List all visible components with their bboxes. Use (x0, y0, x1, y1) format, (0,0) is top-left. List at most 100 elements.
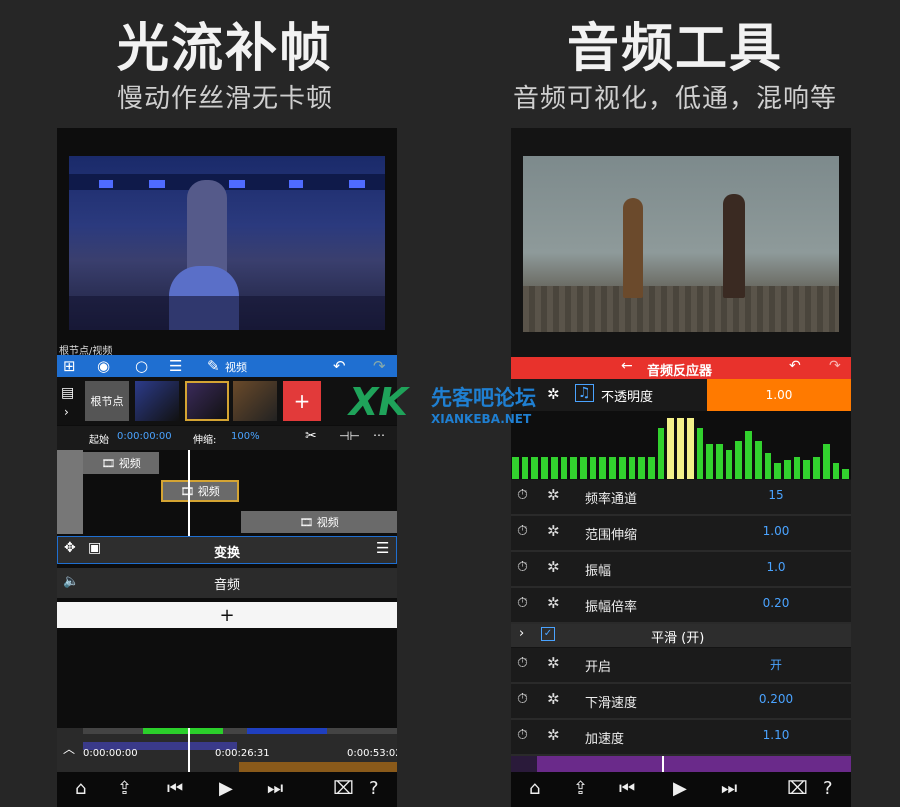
timer-icon[interactable]: ⏱ (517, 595, 528, 611)
param-value[interactable]: 1.10 (741, 728, 811, 742)
toolbar: ⊞ ◉ ○ ☰ ✎ 视频 ↶ ↷ (57, 355, 397, 377)
video-preview[interactable] (69, 156, 385, 330)
home-icon[interactable]: ⌂ (75, 778, 86, 799)
edit-icon[interactable]: ✎ (207, 357, 220, 375)
add-track-button[interactable]: + (57, 602, 397, 628)
add-node-button[interactable]: + (283, 381, 321, 421)
eq-bar (628, 456, 636, 479)
timeline-t0: 0:00:00:00 (83, 748, 138, 759)
eq-bar (716, 443, 723, 479)
timeline[interactable]: ︿ 0:00:00:00 0:00:26:31 0:00:53:02 (57, 728, 397, 772)
redo-icon[interactable]: ↷ (373, 357, 386, 375)
timeline-playhead[interactable] (188, 728, 190, 772)
checkbox-icon[interactable]: ✓ (541, 627, 555, 641)
param-value[interactable]: 0.20 (741, 596, 811, 610)
timer-icon[interactable]: ⏱ (517, 487, 528, 503)
prev-frame-icon[interactable]: ⏮ (619, 778, 635, 799)
param-label: 振幅倍率 (585, 600, 638, 615)
home-icon[interactable]: ⌂ (529, 778, 540, 799)
eq-bar (745, 431, 752, 479)
eq-bar (677, 418, 684, 479)
move-icon[interactable]: ✥ (64, 540, 76, 556)
clip-1-label: 视频 (118, 457, 141, 470)
smooth-section[interactable]: › ✓ 平滑 (开) (511, 623, 851, 647)
eq-bar (541, 456, 548, 479)
gear-icon[interactable]: ✲ (547, 726, 560, 744)
next-frame-icon[interactable]: ⏭ (267, 778, 283, 799)
param-row: ⏱ ✲ 振幅 1.0 (511, 552, 851, 588)
undo-icon[interactable]: ↶ (789, 358, 801, 374)
track-gutter (57, 450, 83, 534)
stretch-value[interactable]: 100% (231, 431, 260, 442)
param-value[interactable]: 15 (741, 488, 811, 502)
param-label: 频率通道 (585, 492, 638, 507)
eq-bar (784, 459, 791, 479)
eq-bar (570, 456, 577, 479)
undo-icon[interactable]: ↶ (333, 357, 346, 375)
bookmark-icon[interactable]: ⌧ (787, 778, 808, 799)
clip-track-3[interactable]: 🎞 视频 (241, 511, 397, 533)
timer-icon[interactable]: ⏱ (517, 655, 528, 671)
collapse-icon[interactable]: ︿ (63, 740, 75, 757)
param-value[interactable]: 开 (741, 656, 811, 673)
gear-icon[interactable]: ✲ (547, 558, 560, 576)
clip-track-2[interactable]: 🎞 视频 (161, 480, 239, 502)
gear-icon[interactable]: ✲ (547, 654, 560, 672)
param-row: ⏱ ✲ 开启 开 (511, 648, 851, 684)
gear-icon[interactable]: ✲ (547, 522, 560, 540)
clip-3-label: 视频 (316, 516, 339, 529)
menu-icon[interactable]: ☰ (169, 357, 182, 375)
transform-menu-icon[interactable]: ☰ (376, 539, 389, 557)
eq-bar (793, 456, 801, 479)
start-value[interactable]: 0:00:00:00 (117, 431, 172, 442)
root-node[interactable]: 根节点 (85, 381, 129, 421)
node-tree-icon[interactable]: ⊞ (63, 357, 76, 375)
share-icon[interactable]: ⇪ (573, 778, 588, 799)
video-icon: 🎞 (299, 515, 314, 529)
watermark-mark: XK (349, 380, 408, 424)
param-value[interactable]: 1.0 (741, 560, 811, 574)
eq-bar (618, 456, 626, 479)
gear-icon[interactable]: ✲ (547, 690, 560, 708)
gear-icon[interactable]: ✲ (547, 486, 560, 504)
timer-icon[interactable]: ⏱ (517, 691, 528, 707)
video-preview[interactable] (523, 156, 839, 332)
prev-frame-icon[interactable]: ⏮ (167, 778, 183, 799)
play-icon[interactable]: ▶ (219, 778, 233, 799)
eye-icon[interactable]: ◉ (97, 357, 110, 375)
scissors-icon[interactable]: ✂ (305, 428, 317, 444)
audio-bar[interactable]: 🔈 音频 (57, 568, 397, 598)
expand-icon[interactable]: › (64, 405, 69, 419)
help-icon[interactable]: ? (369, 778, 379, 799)
eq-bar (609, 456, 616, 479)
chevron-right-icon[interactable]: › (519, 626, 524, 641)
gear-icon[interactable]: ✲ (547, 594, 560, 612)
clip-track-1[interactable]: 🎞 视频 (83, 452, 159, 474)
bottom-nav: ⌂ ⇪ ⏮ ▶ ⏭ ⌧ ? (511, 772, 851, 807)
playhead[interactable] (188, 450, 190, 536)
play-icon[interactable]: ▶ (673, 778, 687, 799)
circle-icon[interactable]: ○ (135, 357, 148, 375)
share-icon[interactable]: ⇪ (117, 778, 132, 799)
next-frame-icon[interactable]: ⏭ (721, 778, 737, 799)
watermark-logo: XK 先客吧论坛 XIANKEBA.NET (345, 378, 595, 438)
timer-icon[interactable]: ⏱ (517, 523, 528, 539)
clip-thumb-2[interactable] (185, 381, 229, 421)
opacity-value[interactable]: 1.00 (707, 379, 851, 411)
transform-bar[interactable]: ✥ ▣ 变换 ☰ (57, 536, 397, 564)
bookmark-icon[interactable]: ⌧ (333, 778, 354, 799)
eq-bar (512, 456, 519, 479)
clip-thumb-1[interactable] (135, 381, 179, 421)
param-value[interactable]: 0.200 (741, 692, 811, 706)
redo-icon[interactable]: ↷ (829, 358, 841, 374)
param-value[interactable]: 1.00 (741, 524, 811, 538)
help-icon[interactable]: ? (823, 778, 833, 799)
timer-icon[interactable]: ⏱ (517, 559, 528, 575)
cube-icon[interactable]: ▣ (88, 540, 101, 556)
timer-icon[interactable]: ⏱ (517, 727, 528, 743)
list-icon[interactable]: ▤ (61, 385, 74, 401)
clip-thumb-3[interactable] (233, 381, 277, 421)
back-arrow-icon[interactable]: ← (621, 358, 633, 374)
eq-bar (589, 456, 597, 479)
eq-bar (822, 443, 830, 479)
